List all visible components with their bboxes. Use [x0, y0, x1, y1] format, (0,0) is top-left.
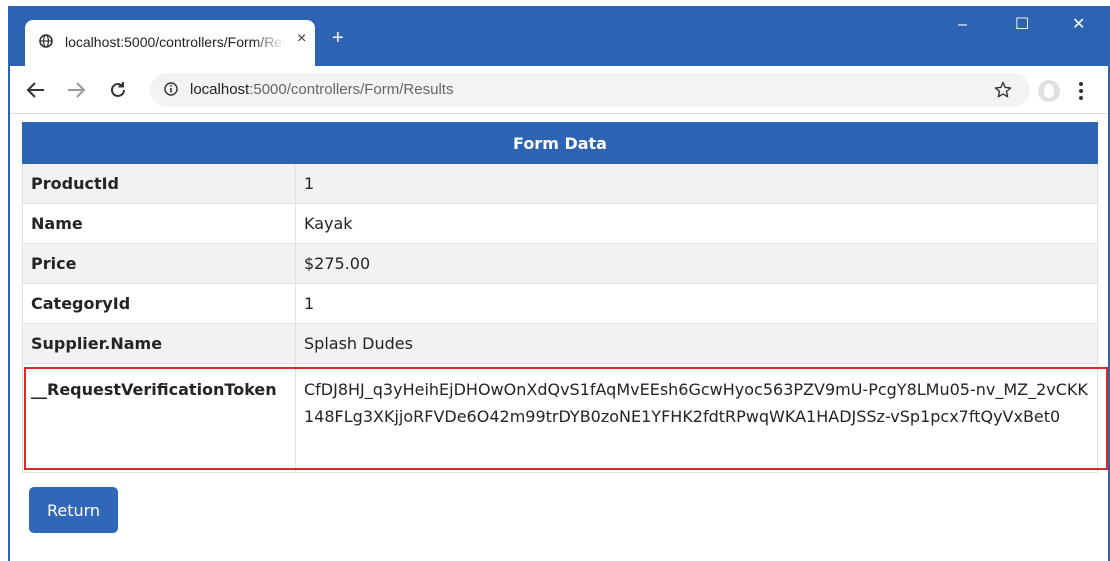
info-icon[interactable]	[164, 82, 178, 96]
url-host: localhost	[190, 81, 250, 98]
field-name: Supplier.Name	[22, 323, 296, 364]
back-arrow-icon[interactable]	[26, 81, 46, 99]
field-value: $275.00	[295, 243, 1098, 284]
tab-close-icon[interactable]: ×	[297, 30, 306, 48]
field-value: 1	[295, 283, 1098, 324]
field-name: ProductId	[22, 163, 296, 204]
field-name: CategoryId	[22, 283, 296, 324]
token-row: __RequestVerificationToken CfDJ8HJ_q3yHe…	[22, 363, 1098, 473]
table-row: Name Kayak	[22, 203, 1098, 244]
field-value: Kayak	[295, 203, 1098, 244]
globe-icon	[39, 34, 53, 48]
table-row: CategoryId 1	[22, 283, 1098, 324]
new-tab-button[interactable]: +	[332, 28, 344, 48]
url-path: :5000/controllers/Form/Results	[249, 81, 454, 98]
page-content: Form Data ProductId 1 Name Kayak Price $…	[22, 122, 1098, 473]
tab-title: localhost:5000/controllers/Form/Results	[65, 34, 285, 50]
url-text[interactable]: localhost:5000/controllers/Form/Results	[190, 81, 453, 98]
table-row: Supplier.Name Splash Dudes	[22, 323, 1098, 364]
return-button[interactable]: Return	[29, 487, 118, 533]
table-row: Price $275.00	[22, 243, 1098, 284]
field-name: Price	[22, 243, 296, 284]
field-name: Name	[22, 203, 296, 244]
maximize-button[interactable]: ☐	[1015, 17, 1029, 33]
browser-tab[interactable]: localhost:5000/controllers/Form/Results …	[25, 20, 315, 66]
star-icon[interactable]	[994, 81, 1012, 99]
kebab-menu-icon[interactable]	[1078, 81, 1084, 101]
field-name: __RequestVerificationToken	[22, 363, 296, 473]
profile-icon[interactable]	[1038, 80, 1060, 102]
table-header: Form Data	[22, 122, 1098, 164]
browser-window: localhost:5000/controllers/Form/Results …	[8, 6, 1110, 561]
form-data-table: Form Data ProductId 1 Name Kayak Price $…	[22, 122, 1098, 473]
table-row: ProductId 1	[22, 163, 1098, 204]
field-value: 1	[295, 163, 1098, 204]
field-value: Splash Dudes	[295, 323, 1098, 364]
forward-arrow-icon[interactable]	[66, 81, 86, 99]
minimize-button[interactable]: –	[958, 17, 967, 33]
close-window-button[interactable]: ✕	[1072, 17, 1085, 33]
reload-icon[interactable]	[108, 80, 128, 100]
address-bar[interactable]: localhost:5000/controllers/Form/Results	[150, 73, 1030, 107]
title-bar: localhost:5000/controllers/Form/Results …	[10, 6, 1108, 66]
browser-toolbar: localhost:5000/controllers/Form/Results	[10, 66, 1108, 114]
token-value: CfDJ8HJ_q3yHeihEjDHOwOnXdQvS1fAqMvEEsh6G…	[295, 363, 1098, 473]
